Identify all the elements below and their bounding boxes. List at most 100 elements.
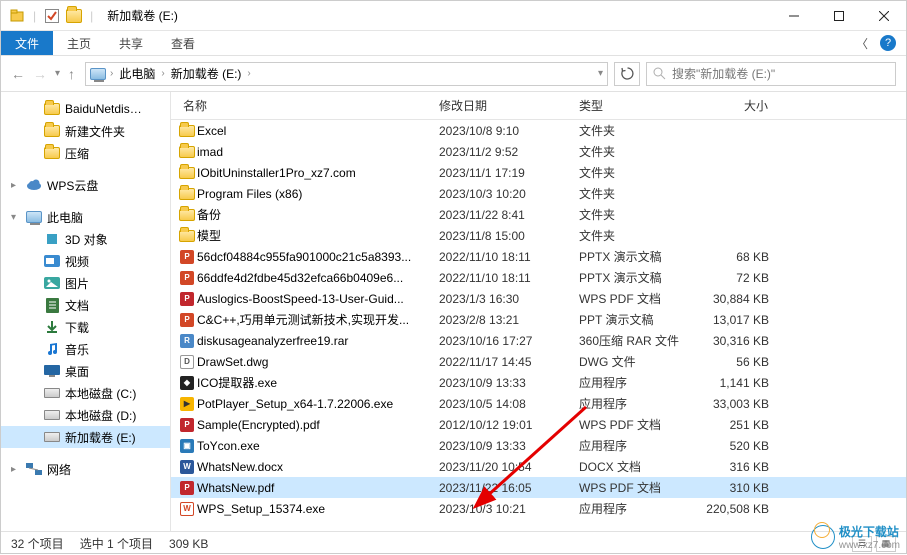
main-area: BaiduNetdis… 新建文件夹压缩 ▸ WPS云盘 ▾此电脑3D 对象视频图片文档… bbox=[1, 92, 906, 531]
tree-item[interactable]: 本地磁盘 (C:) bbox=[1, 382, 170, 404]
up-button[interactable]: ↑ bbox=[68, 66, 75, 82]
file-type: PPT 演示文稿 bbox=[573, 311, 693, 328]
recent-locations-button[interactable]: ▾ bbox=[55, 68, 60, 79]
status-bar: 32 个项目 选中 1 个项目 309 KB ☰ ▦ bbox=[1, 531, 906, 555]
view-details-button[interactable]: ☰ bbox=[852, 536, 872, 552]
tree-item[interactable]: 3D 对象 bbox=[1, 228, 170, 250]
file-icon: ▶ bbox=[177, 397, 197, 411]
file-date: 2023/11/20 10:54 bbox=[433, 460, 573, 474]
tree-item[interactable]: 本地磁盘 (D:) bbox=[1, 404, 170, 426]
minimize-button[interactable] bbox=[771, 1, 816, 30]
file-row[interactable]: ◆ICO提取器.exe2023/10/9 13:33应用程序1,141 KB bbox=[171, 372, 906, 393]
tab-file[interactable]: 文件 bbox=[1, 31, 53, 55]
file-type: 文件夹 bbox=[573, 206, 693, 223]
column-type[interactable]: 类型 bbox=[573, 97, 693, 114]
tab-share[interactable]: 共享 bbox=[105, 31, 157, 55]
file-date: 2023/1/3 16:30 bbox=[433, 292, 573, 306]
crumb-sep-icon[interactable]: › bbox=[247, 68, 250, 79]
qat-separator-2: | bbox=[90, 9, 93, 23]
tree-item[interactable]: 音乐 bbox=[1, 338, 170, 360]
tab-home[interactable]: 主页 bbox=[53, 31, 105, 55]
breadcrumb-drive[interactable]: 新加载卷 (E:) bbox=[169, 65, 244, 82]
file-name: ToYcon.exe bbox=[197, 439, 433, 453]
maximize-button[interactable] bbox=[816, 1, 861, 30]
file-row[interactable]: DDrawSet.dwg2022/11/17 14:45DWG 文件56 KB bbox=[171, 351, 906, 372]
expand-icon[interactable]: ▸ bbox=[11, 180, 21, 191]
navigation-tree[interactable]: BaiduNetdis… 新建文件夹压缩 ▸ WPS云盘 ▾此电脑3D 对象视频图片文档… bbox=[1, 92, 171, 531]
file-row[interactable]: WWhatsNew.docx2023/11/20 10:54DOCX 文档316… bbox=[171, 456, 906, 477]
column-name[interactable]: 名称 bbox=[177, 97, 433, 114]
tree-item[interactable]: 文档 bbox=[1, 294, 170, 316]
file-row[interactable]: PWhatsNew.pdf2023/11/22 16:05WPS PDF 文档3… bbox=[171, 477, 906, 498]
tree-item[interactable]: ▾此电脑 bbox=[1, 206, 170, 228]
crumb-sep-icon[interactable]: › bbox=[110, 68, 113, 79]
file-row[interactable]: 备份2023/11/22 8:41文件夹 bbox=[171, 204, 906, 225]
column-headers: 名称 修改日期 类型 大小 bbox=[171, 92, 906, 120]
tree-item-label: WPS云盘 bbox=[47, 177, 98, 194]
file-row[interactable]: P56dcf04884c955fa901000c21c5a8393...2022… bbox=[171, 246, 906, 267]
address-dropdown-icon[interactable]: ▾ bbox=[598, 68, 603, 79]
expand-icon[interactable]: ▸ bbox=[11, 464, 21, 475]
breadcrumb-pc[interactable]: 此电脑 bbox=[117, 65, 157, 82]
tree-item[interactable]: BaiduNetdis… bbox=[1, 98, 170, 120]
ribbon-collapse-icon[interactable]: 〈 bbox=[856, 35, 868, 52]
window-controls bbox=[771, 1, 906, 30]
file-icon: P bbox=[177, 271, 197, 285]
file-name: IObitUninstaller1Pro_xz7.com bbox=[197, 166, 433, 180]
file-size: 68 KB bbox=[693, 250, 783, 264]
tree-item-icon bbox=[43, 342, 61, 356]
crumb-sep-icon[interactable]: › bbox=[161, 68, 164, 79]
tree-item-label: BaiduNetdis… bbox=[65, 102, 142, 116]
file-row[interactable]: P66ddfe4d2fdbe45d32efca66b0409e6...2022/… bbox=[171, 267, 906, 288]
tree-item[interactable]: 桌面 bbox=[1, 360, 170, 382]
file-type: 文件夹 bbox=[573, 185, 693, 202]
file-row[interactable]: 模型2023/11/8 15:00文件夹 bbox=[171, 225, 906, 246]
tree-item[interactable]: 新加载卷 (E:) bbox=[1, 426, 170, 448]
column-date[interactable]: 修改日期 bbox=[433, 97, 573, 114]
file-row[interactable]: Excel2023/10/8 9:10文件夹 bbox=[171, 120, 906, 141]
tree-item[interactable]: 压缩 bbox=[1, 142, 170, 164]
file-rows[interactable]: Excel2023/10/8 9:10文件夹imad2023/11/2 9:52… bbox=[171, 120, 906, 531]
tree-item-icon bbox=[43, 147, 61, 159]
file-row[interactable]: PC&C++,巧用单元测试新技术,实现开发...2023/2/8 13:21PP… bbox=[171, 309, 906, 330]
search-box[interactable]: 搜索"新加载卷 (E:)" bbox=[646, 62, 896, 86]
tree-item-icon bbox=[25, 211, 43, 223]
file-row[interactable]: Program Files (x86)2023/10/3 10:20文件夹 bbox=[171, 183, 906, 204]
expand-icon[interactable]: ▾ bbox=[11, 212, 21, 223]
file-row[interactable]: imad2023/11/2 9:52文件夹 bbox=[171, 141, 906, 162]
file-row[interactable]: ▶PotPlayer_Setup_x64-1.7.22006.exe2023/1… bbox=[171, 393, 906, 414]
file-row[interactable]: IObitUninstaller1Pro_xz7.com2023/11/1 17… bbox=[171, 162, 906, 183]
tree-item-label: 文档 bbox=[65, 297, 89, 314]
qat-checkbox-icon[interactable] bbox=[44, 8, 60, 24]
file-row[interactable]: PAuslogics-BoostSpeed-13-User-Guid...202… bbox=[171, 288, 906, 309]
window-title: 新加载卷 (E:) bbox=[107, 7, 178, 24]
file-row[interactable]: ▣ToYcon.exe2023/10/9 13:33应用程序520 KB bbox=[171, 435, 906, 456]
view-icons-button[interactable]: ▦ bbox=[876, 536, 896, 552]
file-size: 520 KB bbox=[693, 439, 783, 453]
file-row[interactable]: WWPS_Setup_15374.exe2023/10/3 10:21应用程序2… bbox=[171, 498, 906, 519]
file-icon bbox=[177, 209, 197, 221]
tree-item[interactable]: 下载 bbox=[1, 316, 170, 338]
file-size: 30,884 KB bbox=[693, 292, 783, 306]
tab-view[interactable]: 查看 bbox=[157, 31, 209, 55]
file-type: 应用程序 bbox=[573, 395, 693, 412]
tree-item[interactable]: 新建文件夹 bbox=[1, 120, 170, 142]
help-icon[interactable]: ? bbox=[880, 35, 896, 51]
file-row[interactable]: Rdiskusageanalyzerfree19.rar2023/10/16 1… bbox=[171, 330, 906, 351]
close-button[interactable] bbox=[861, 1, 906, 30]
tree-item[interactable]: ▸ WPS云盘 bbox=[1, 174, 170, 196]
tree-item[interactable]: 图片 bbox=[1, 272, 170, 294]
tree-item-icon bbox=[43, 277, 61, 289]
tree-item[interactable]: ▸ 网络 bbox=[1, 458, 170, 480]
file-icon: W bbox=[177, 460, 197, 474]
tree-item[interactable]: 视频 bbox=[1, 250, 170, 272]
address-bar[interactable]: › 此电脑 › 新加载卷 (E:) › ▾ bbox=[85, 62, 608, 86]
file-row[interactable]: PSample(Encrypted).pdf2012/10/12 19:01WP… bbox=[171, 414, 906, 435]
tree-item-icon bbox=[43, 365, 61, 377]
refresh-button[interactable] bbox=[614, 62, 640, 86]
file-name: PotPlayer_Setup_x64-1.7.22006.exe bbox=[197, 397, 433, 411]
back-button[interactable]: ← bbox=[11, 66, 25, 82]
tree-item-label: 网络 bbox=[47, 461, 71, 478]
column-size[interactable]: 大小 bbox=[693, 97, 783, 114]
forward-button[interactable]: → bbox=[33, 66, 47, 82]
